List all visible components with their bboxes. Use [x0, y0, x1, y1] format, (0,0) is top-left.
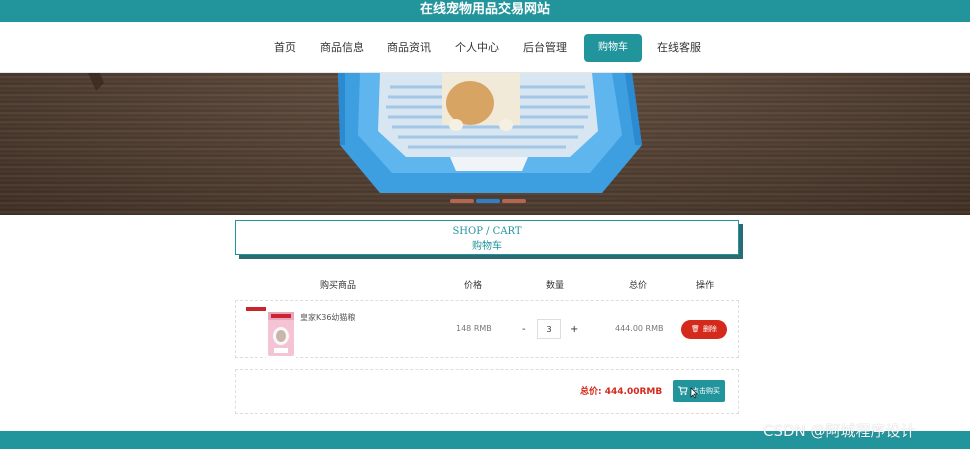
- brand-logo: [246, 307, 266, 311]
- cart-icon: [678, 386, 688, 395]
- trash-icon: 🗑: [691, 325, 700, 333]
- hero-banner: [0, 73, 970, 215]
- nav-item-products[interactable]: 商品信息: [317, 34, 367, 62]
- nav-item-cart[interactable]: 购物车: [584, 34, 642, 62]
- watermark: CSDN @阿城程序设计: [763, 422, 916, 440]
- header-total: 总价: [629, 281, 648, 291]
- section-title-en: SHOP / CART: [452, 226, 522, 237]
- banner-product-image: [88, 73, 642, 193]
- carousel-dot[interactable]: [450, 199, 474, 203]
- delete-label: 删除: [702, 325, 717, 333]
- carousel-dot-active[interactable]: [476, 199, 500, 203]
- header-price: 价格: [464, 281, 483, 291]
- cart-summary: [235, 369, 739, 414]
- section-title-box: SHOP / CART 购物车: [235, 220, 739, 255]
- product-total: 444.00 RMB: [615, 324, 664, 333]
- nav-item-home[interactable]: 首页: [268, 34, 302, 62]
- cart-total: 总价: 444.00RMB: [580, 387, 663, 397]
- product-price: 148 RMB: [456, 324, 492, 333]
- delete-button[interactable]: 🗑 删除: [681, 320, 727, 339]
- section-title-cn: 购物车: [472, 241, 502, 252]
- main-nav: 首页 商品信息 商品资讯 个人中心 后台管理 购物车 在线客服: [0, 22, 970, 73]
- site-header: 在线宠物用品交易网站: [0, 0, 970, 22]
- mouse-cursor-icon: [690, 387, 698, 399]
- nav-item-service[interactable]: 在线客服: [654, 34, 704, 62]
- site-title: 在线宠物用品交易网站: [419, 2, 550, 17]
- header-product: 购买商品: [320, 281, 357, 291]
- product-thumbnail[interactable]: [266, 306, 296, 358]
- carousel-dot[interactable]: [502, 199, 526, 203]
- header-action: 操作: [696, 281, 715, 291]
- product-name[interactable]: 皇家K36幼猫粮: [300, 312, 355, 323]
- checkout-button[interactable]: 点击购买: [673, 380, 725, 402]
- nav-item-news[interactable]: 商品资讯: [384, 34, 434, 62]
- carousel-indicators: [450, 199, 530, 205]
- header-quantity: 数量: [546, 281, 565, 291]
- quantity-input[interactable]: [537, 319, 561, 339]
- quantity-minus-button[interactable]: -: [522, 324, 526, 335]
- nav-item-admin[interactable]: 后台管理: [520, 34, 570, 62]
- nav-item-profile[interactable]: 个人中心: [452, 34, 502, 62]
- quantity-plus-button[interactable]: +: [570, 324, 578, 335]
